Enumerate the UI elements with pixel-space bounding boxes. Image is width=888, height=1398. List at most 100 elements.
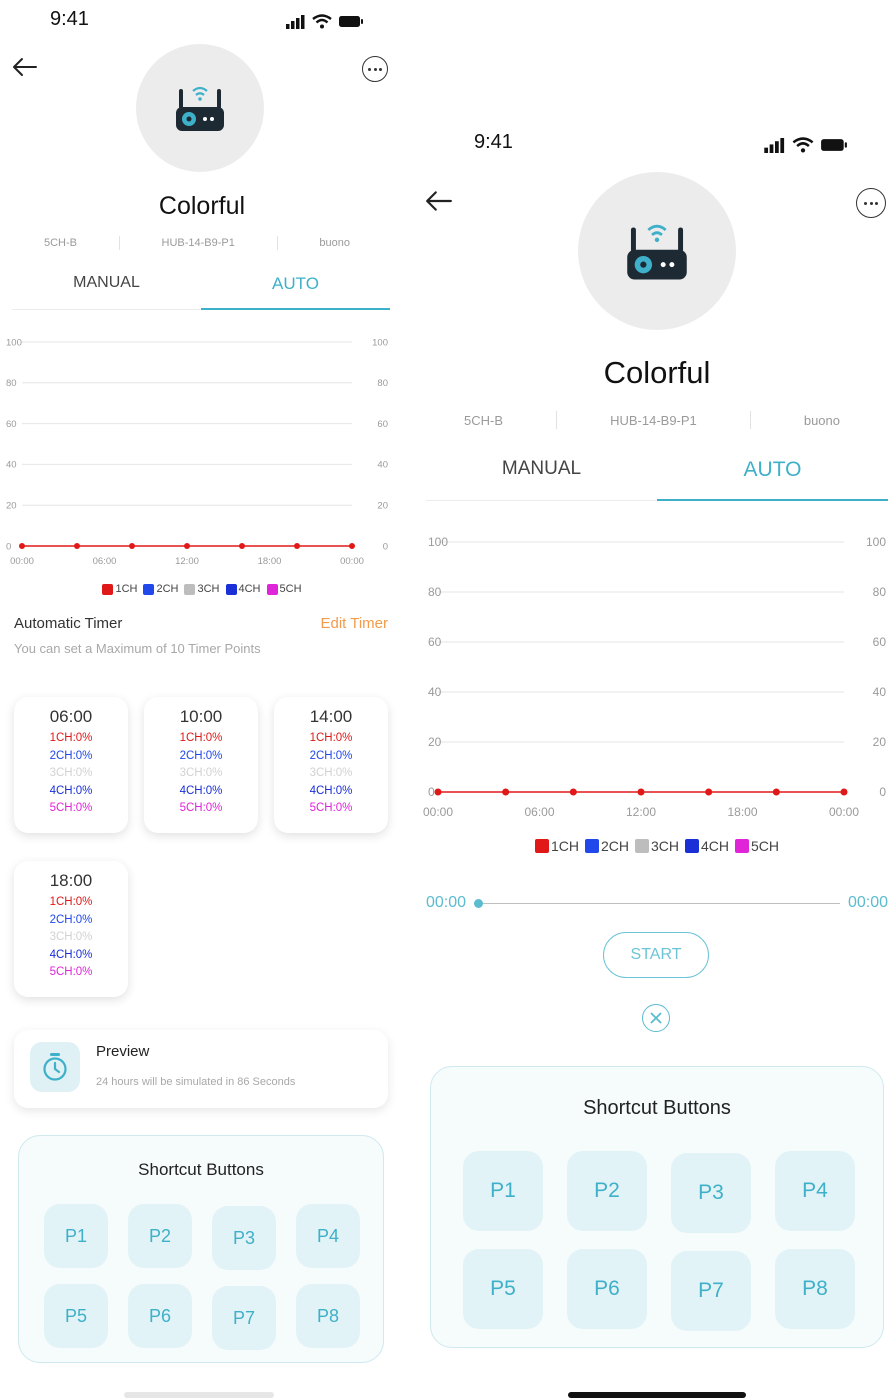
y-tick-label-left: 40 (428, 685, 442, 699)
chart-legend: 1CH 2CH 3CH 4CH 5CH (412, 838, 888, 854)
timer-ch1: 1CH:0% (49, 896, 93, 908)
timer-card[interactable]: 14:00 1CH:0% 2CH:0% 3CH:0% 4CH:0% 5CH:0% (274, 697, 388, 833)
battery-icon (821, 139, 847, 151)
timer-ch4: 4CH:0% (309, 784, 353, 797)
router-icon (176, 86, 224, 131)
tab-auto[interactable]: AUTO (657, 455, 888, 501)
y-tick-label-left: 0 (428, 785, 435, 799)
shortcut-p8[interactable]: P8 (775, 1249, 855, 1329)
shortcut-p5[interactable]: P5 (44, 1284, 108, 1348)
status-icons (286, 14, 364, 29)
data-point-1ch (349, 543, 355, 549)
device-hub-id: HUB-14-B9-P1 (610, 412, 697, 428)
timer-ch3: 3CH:0% (309, 767, 353, 779)
home-indicator (124, 1392, 274, 1398)
x-tick-label: 00:00 (340, 556, 364, 567)
device-name: Colorful (603, 355, 711, 390)
legend-label: 4CH (701, 838, 730, 854)
legend-2ch: 2CH (584, 838, 629, 854)
shortcut-p7[interactable]: P7 (671, 1251, 751, 1331)
tab-auto[interactable]: AUTO (201, 272, 390, 310)
left-phone-screen: 9:41 Colorful 5CH-B HUB-14-B9-P1 buono M… (0, 0, 404, 1398)
playback-track[interactable] (474, 898, 840, 908)
shortcut-p3[interactable]: P3 (212, 1206, 276, 1270)
data-point-1ch (637, 788, 645, 796)
y-tick-label-right: 0 (383, 541, 388, 552)
shortcut-p4[interactable]: P4 (775, 1151, 855, 1231)
shortcut-p4[interactable]: P4 (296, 1204, 360, 1268)
shortcut-p7[interactable]: P7 (212, 1286, 276, 1350)
shortcut-panel: Shortcut Buttons P1 P2 P3 P4 P5 P6 P7 P8 (430, 1066, 884, 1348)
device-status: buono (319, 237, 350, 249)
playback-handle[interactable] (474, 898, 484, 908)
more-options-button[interactable] (362, 56, 388, 82)
wifi-icon (792, 137, 814, 153)
legend-label: 4CH (238, 583, 261, 595)
legend-label: 1CH (115, 583, 138, 595)
shortcut-p2[interactable]: P2 (567, 1151, 647, 1231)
arrow-left-icon (13, 58, 37, 76)
device-image (578, 172, 736, 330)
y-tick-label-left: 40 (6, 460, 17, 471)
device-image (136, 44, 264, 172)
y-tick-label-right: 60 (377, 419, 388, 430)
automatic-timer-title: Automatic Timer (14, 615, 123, 632)
device-hub-id: HUB-14-B9-P1 (161, 237, 235, 249)
timer-icon (43, 1053, 67, 1081)
close-button[interactable] (642, 1004, 670, 1032)
data-point-1ch (184, 543, 190, 549)
preview-card[interactable]: Preview 24 hours will be simulated in 86… (14, 1030, 388, 1108)
shortcut-p5[interactable]: P5 (463, 1249, 543, 1329)
shortcut-p1[interactable]: P1 (463, 1151, 543, 1231)
x-tick-label: 18:00 (727, 805, 757, 819)
channel-chart: 0 0 20 20 40 40 60 60 80 80 100 100 00:00 06:00 12:00 1… (423, 535, 887, 819)
timer-card[interactable]: 18:00 1CH:0% 2CH:0% 3CH:0% 4CH:0% 5CH:0% (14, 861, 128, 997)
battery-icon (339, 16, 363, 27)
x-tick-label: 00:00 (423, 805, 453, 819)
back-button[interactable] (424, 186, 454, 216)
home-indicator (568, 1392, 746, 1398)
data-point-1ch (569, 788, 577, 796)
timer-ch2: 2CH:0% (49, 749, 93, 762)
shortcut-p6[interactable]: P6 (567, 1249, 647, 1329)
ellipsis-icon (863, 201, 867, 205)
legend-swatch (534, 839, 549, 853)
y-tick-label-right: 0 (879, 785, 886, 799)
start-button[interactable]: START (603, 932, 709, 978)
timer-time: 06:00 (49, 707, 93, 726)
shortcut-p1[interactable]: P1 (44, 1204, 108, 1268)
legend-label: 3CH (197, 583, 220, 595)
shortcut-p2[interactable]: P2 (128, 1204, 192, 1268)
shortcut-p3[interactable]: P3 (671, 1153, 751, 1233)
shortcut-p8[interactable]: P8 (296, 1284, 360, 1348)
y-tick-label-left: 60 (6, 419, 17, 430)
y-tick-label-left: 100 (428, 535, 448, 549)
y-tick-label-left: 20 (428, 735, 442, 749)
legend-4ch: 4CH (685, 838, 729, 854)
status-time: 9:41 (50, 8, 89, 30)
meta-divider (276, 236, 278, 250)
more-options-button[interactable] (856, 188, 886, 218)
timer-ch1: 1CH:0% (179, 732, 223, 744)
tab-manual[interactable]: MANUAL (12, 272, 201, 309)
preview-title: Preview (96, 1043, 150, 1060)
timer-card[interactable]: 06:00 1CH:0% 2CH:0% 3CH:0% 4CH:0% 5CH:0% (14, 697, 128, 833)
shortcut-p6[interactable]: P6 (128, 1284, 192, 1348)
legend-5ch: 5CH (735, 838, 779, 854)
legend-swatch (685, 839, 699, 853)
device-model: 5CH-B (44, 237, 78, 249)
back-button[interactable] (10, 52, 40, 82)
data-point-1ch (434, 788, 442, 796)
status-time: 9:41 (474, 131, 513, 153)
timer-ch5: 5CH:0% (309, 802, 353, 814)
data-point-1ch (840, 788, 848, 796)
timer-card[interactable]: 10:00 1CH:0% 2CH:0% 3CH:0% 4CH:0% 5CH:0% (144, 697, 258, 833)
y-tick-label-right: 20 (377, 501, 388, 512)
y-tick-label-right: 100 (866, 535, 886, 549)
x-tick-label: 18:00 (258, 556, 282, 567)
edit-timer-link[interactable]: Edit Timer (320, 615, 388, 632)
x-tick-label: 00:00 (10, 556, 34, 567)
tab-manual[interactable]: MANUAL (426, 455, 657, 500)
y-tick-label-right: 40 (873, 685, 887, 699)
x-tick-label: 00:00 (829, 805, 859, 819)
